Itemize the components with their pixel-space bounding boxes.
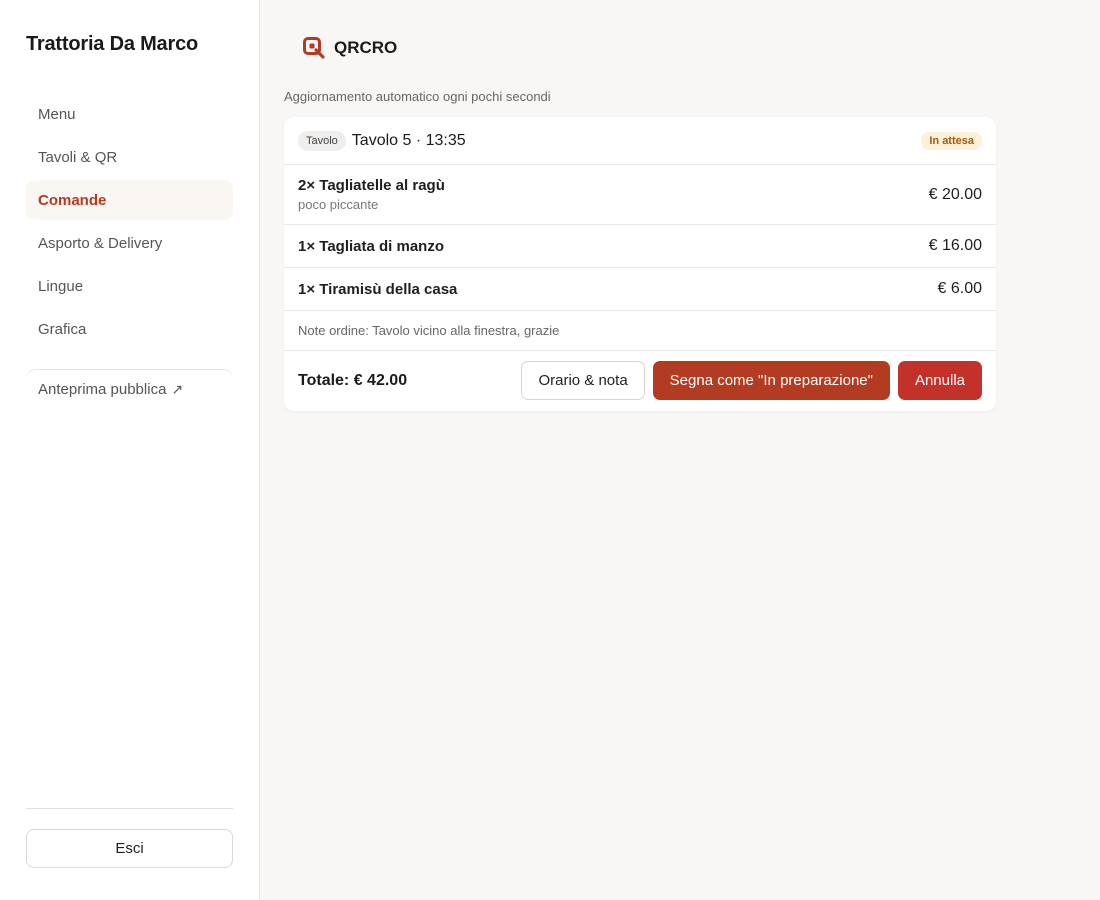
app-logo: QRCRO xyxy=(302,36,397,60)
order-card-header: Tavolo Tavolo 5 · 13:35 In attesa xyxy=(284,117,996,165)
order-item-name: 1× Tagliata di manzo xyxy=(298,237,445,255)
public-preview-label: Anteprima pubblica xyxy=(38,381,167,398)
order-total: Totale: € 42.00 xyxy=(298,371,408,389)
external-link-arrow-icon: ↗ xyxy=(171,381,184,397)
logout-button[interactable]: Esci xyxy=(26,829,233,868)
sidebar-item-takeaway-delivery[interactable]: Asporto & Delivery xyxy=(26,223,233,263)
order-item-price: € 20.00 xyxy=(928,185,982,203)
order-note: Note ordine: Tavolo vicino alla finestra… xyxy=(284,311,996,351)
sidebar: Trattoria Da Marco Menu Tavoli & QR Coma… xyxy=(0,0,260,900)
sidebar-item-languages[interactable]: Lingue xyxy=(26,266,233,306)
qr-logo-icon xyxy=(303,37,325,59)
sidebar-item-tables-qr[interactable]: Tavoli & QR xyxy=(26,137,233,177)
cancel-order-button[interactable]: Annulla xyxy=(897,361,982,400)
order-item-name: 1× Tiramisù della casa xyxy=(298,280,458,298)
logo-text: QRCRO xyxy=(334,38,398,57)
order-item-note: poco piccante xyxy=(298,197,379,212)
sidebar-nav: Menu Tavoli & QR Comande Asporto & Deliv… xyxy=(26,94,233,352)
sidebar-item-menu[interactable]: Menu xyxy=(26,94,233,134)
schedule-note-button[interactable]: Orario & nota xyxy=(521,361,645,400)
mark-preparing-button[interactable]: Segna come "In preparazione" xyxy=(652,361,890,400)
order-card: Tavolo Tavolo 5 · 13:35 In attesa 2× Tag… xyxy=(284,117,996,411)
public-preview-link[interactable]: Anteprima pubblica ↗ xyxy=(26,369,233,409)
restaurant-name: Trattoria Da Marco xyxy=(26,33,199,55)
order-item-row: 1× Tagliata di manzo € 16.00 xyxy=(284,225,996,268)
order-actions: Orario & nota Segna come "In preparazion… xyxy=(521,361,982,400)
sidebar-item-graphics[interactable]: Grafica xyxy=(26,309,233,349)
order-item-price: € 16.00 xyxy=(928,237,982,254)
order-item-row: 1× Tiramisù della casa € 6.00 xyxy=(284,268,996,311)
order-card-footer: Totale: € 42.00 Orario & nota Segna come… xyxy=(284,351,996,410)
auto-refresh-note: Aggiornamento automatico ogni pochi seco… xyxy=(284,89,551,104)
order-title: Tavolo 5 · 13:35 xyxy=(351,131,466,149)
sidebar-item-orders[interactable]: Comande xyxy=(26,180,233,220)
order-item-row: 2× Tagliatelle al ragù poco piccante € 2… xyxy=(284,165,996,225)
order-item-name: 2× Tagliatelle al ragù xyxy=(298,177,445,194)
order-item-price: € 6.00 xyxy=(937,280,982,297)
table-chip: Tavolo xyxy=(298,130,346,151)
status-badge: In attesa xyxy=(921,131,982,150)
sidebar-divider xyxy=(26,808,233,809)
